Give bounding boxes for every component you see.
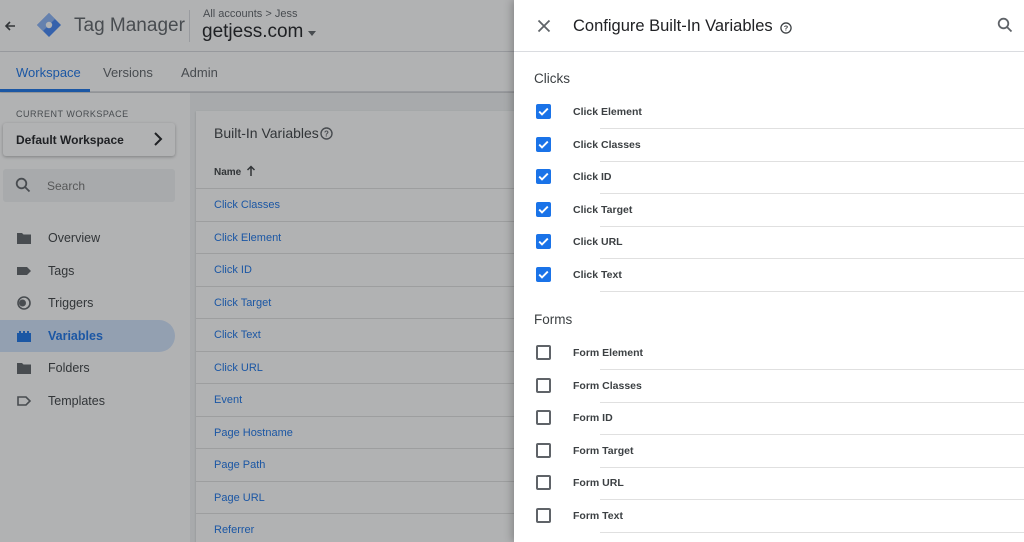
checkbox-label[interactable]: Form Element — [573, 347, 643, 359]
checkbox-label[interactable]: Click Target — [573, 204, 632, 216]
checkbox-checked-icon[interactable] — [536, 169, 551, 184]
checkbox-row-form-text[interactable]: Form Text — [514, 499, 1024, 533]
checkbox-row-form-id[interactable]: Form ID — [514, 401, 1024, 435]
search-icon[interactable] — [997, 17, 1013, 38]
checkbox-checked-icon[interactable] — [536, 137, 551, 152]
checkbox-row-click-element[interactable]: Click Element — [514, 95, 1024, 129]
checkbox-unchecked-icon[interactable] — [536, 345, 551, 360]
panel-title: Configure Built-In Variables — [573, 17, 773, 35]
section-heading-clicks: Clicks — [534, 71, 570, 86]
section-heading-forms: Forms — [534, 312, 573, 327]
checkbox-row-click-text[interactable]: Click Text — [514, 258, 1024, 292]
checkbox-checked-icon[interactable] — [536, 202, 551, 217]
checkbox-label[interactable]: Form ID — [573, 412, 613, 424]
row-divider — [600, 291, 1024, 292]
checkbox-label[interactable]: Click URL — [573, 236, 623, 248]
close-icon[interactable] — [534, 16, 554, 36]
checkbox-label[interactable]: Form URL — [573, 477, 624, 489]
checkbox-row-click-url[interactable]: Click URL — [514, 225, 1024, 259]
checkbox-checked-icon[interactable] — [536, 234, 551, 249]
checkbox-unchecked-icon[interactable] — [536, 475, 551, 490]
checkbox-unchecked-icon[interactable] — [536, 410, 551, 425]
configure-built-in-variables-panel: Configure Built-In Variables ? Clicks Cl… — [514, 0, 1024, 542]
row-divider — [600, 532, 1024, 533]
checkbox-label[interactable]: Form Target — [573, 445, 633, 457]
checkbox-unchecked-icon[interactable] — [536, 508, 551, 523]
checkbox-label[interactable]: Form Classes — [573, 380, 642, 392]
checkbox-row-click-id[interactable]: Click ID — [514, 160, 1024, 194]
checkbox-row-click-target[interactable]: Click Target — [514, 193, 1024, 227]
checkbox-checked-icon[interactable] — [536, 267, 551, 282]
checkbox-unchecked-icon[interactable] — [536, 378, 551, 393]
checkbox-unchecked-icon[interactable] — [536, 443, 551, 458]
panel-header: Configure Built-In Variables ? — [514, 0, 1024, 52]
svg-text:?: ? — [784, 24, 789, 33]
checkbox-label[interactable]: Form Text — [573, 510, 623, 522]
checkbox-row-form-classes[interactable]: Form Classes — [514, 369, 1024, 403]
checkbox-label[interactable]: Click Element — [573, 106, 642, 118]
checkbox-row-form-target[interactable]: Form Target — [514, 434, 1024, 468]
checkbox-label[interactable]: Click Classes — [573, 139, 641, 151]
help-icon[interactable]: ? — [780, 21, 792, 39]
checkbox-row-click-classes[interactable]: Click Classes — [514, 128, 1024, 162]
checkbox-checked-icon[interactable] — [536, 104, 551, 119]
checkbox-label[interactable]: Click ID — [573, 171, 612, 183]
checkbox-row-form-url[interactable]: Form URL — [514, 466, 1024, 500]
checkbox-row-form-element[interactable]: Form Element — [514, 336, 1024, 370]
checkbox-label[interactable]: Click Text — [573, 269, 622, 281]
